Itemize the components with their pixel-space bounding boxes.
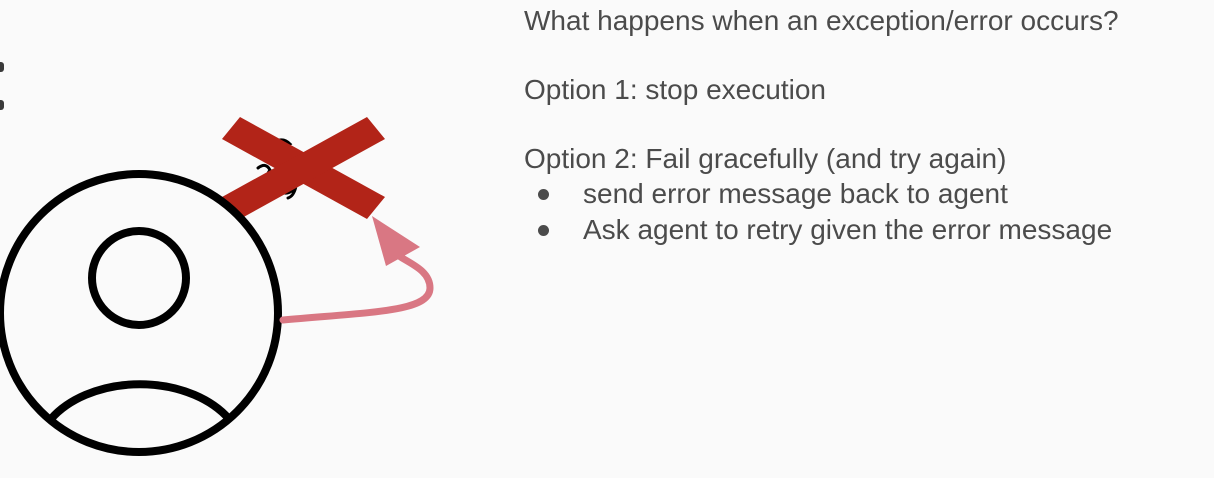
- tool-x-icon: [222, 117, 385, 219]
- user-avatar-icon: [0, 170, 282, 456]
- bullet-list: send error message back to agent Ask age…: [524, 176, 1210, 248]
- bullet-item: send error message back to agent: [524, 176, 1210, 212]
- text-panel: What happens when an exception/error occ…: [524, 0, 1210, 248]
- bullet-text: Ask agent to retry given the error messa…: [583, 214, 1113, 245]
- question-text: What happens when an exception/error occ…: [524, 5, 1119, 36]
- bullet-dot-icon: [538, 189, 549, 200]
- option-2-text: Option 2: Fail gracefully (and try again…: [524, 143, 1007, 174]
- slide: What happens when an exception/error occ…: [0, 0, 1214, 478]
- bullet-item: Ask agent to retry given the error messa…: [524, 212, 1210, 248]
- illustration: [0, 117, 434, 456]
- retry-arrow-icon: [279, 216, 434, 324]
- bullet-text: send error message back to agent: [583, 178, 1008, 209]
- bullet-dot-icon: [538, 225, 549, 236]
- option-1-text: Option 1: stop execution: [524, 74, 826, 105]
